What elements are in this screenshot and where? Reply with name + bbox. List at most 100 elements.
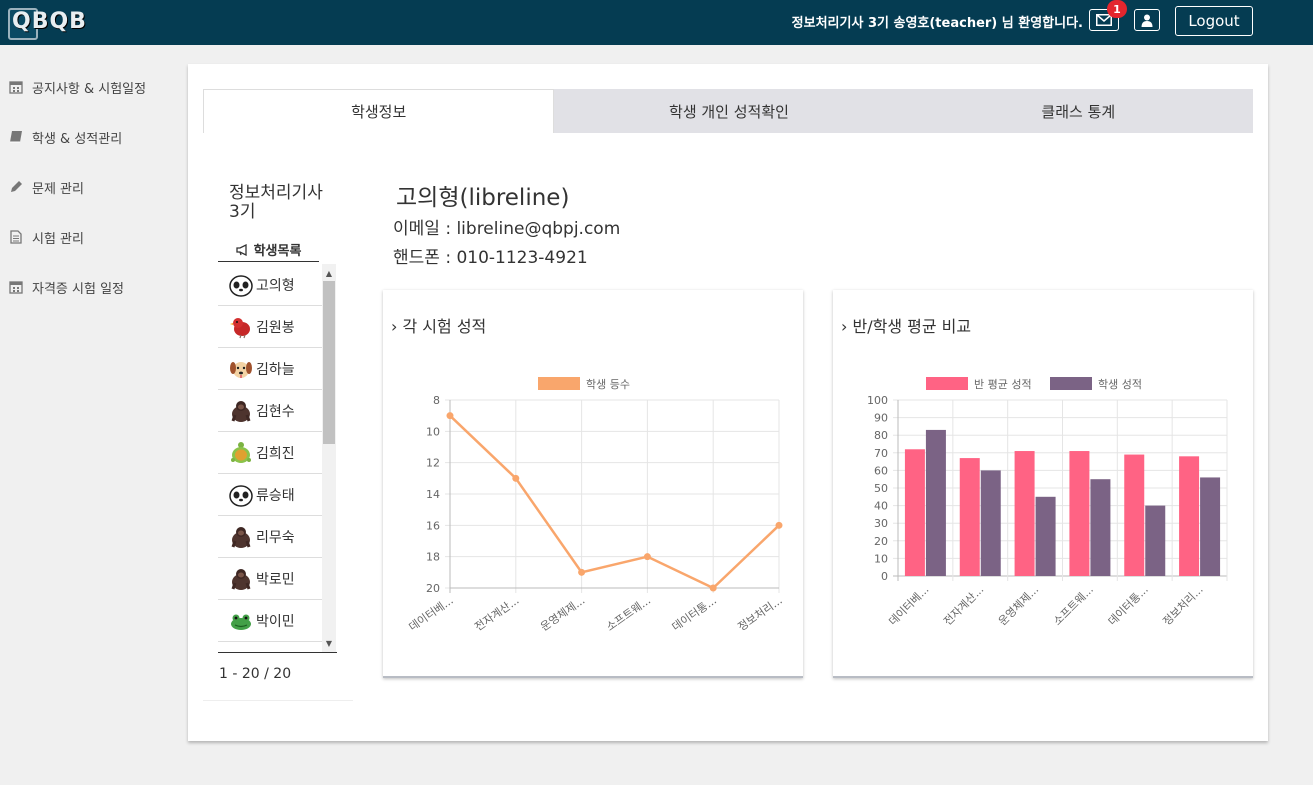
legend-label: 학생 성적 [1098,378,1142,391]
document-icon [8,229,24,245]
pencil-icon [8,179,24,195]
bar [1179,456,1200,576]
list-item[interactable]: 리무숙 [218,516,322,558]
tab-class-stats[interactable]: 클래스 통계 [903,89,1253,133]
sidebar-item-exams[interactable]: 시험 관리 [0,212,180,262]
data-point [709,584,717,592]
student-list-scrollbar[interactable]: ▲ ▼ [322,264,336,652]
y-tick-label: 10 [874,552,888,565]
frog-icon [228,608,254,634]
legend-label: 반 평균 성적 [974,378,1032,391]
legend-swatch [1050,377,1092,390]
dog-icon [228,356,254,382]
student-name: 김하늘 [256,361,295,378]
student-list: 고의형 김원봉 김하늘 김현수 김희진 류승태 리무숙 박로민 박이민 [218,264,322,650]
student-name-heading: 고의형(libreline) [396,185,570,211]
sidebar-item-cert-schedule[interactable]: 자격증 시험 일정 [0,262,180,312]
bar [1014,451,1035,576]
data-point [446,412,454,420]
scroll-up-arrow-icon[interactable]: ▲ [322,266,336,280]
list-item[interactable]: 고의형 [218,264,322,306]
y-tick-label: 20 [874,535,888,548]
turtle-icon [228,440,254,466]
student-list-title: 학생목록 [253,244,302,259]
logo[interactable]: QBQB [8,6,87,40]
user-icon [1141,14,1153,27]
y-tick-label: 50 [874,482,888,495]
student-name: 박로민 [256,571,295,588]
y-tick-label: 80 [874,429,888,442]
bar [1035,496,1056,576]
calendar-icon [8,79,24,95]
exam-score-card: › 각 시험 성적 학생 등수 8 10 12 14 16 18 20 데이터베... 전자계산.… [383,290,803,678]
y-tick-label: 40 [874,500,888,513]
y-tick-label: 60 [874,464,888,477]
logo-text: QBQB [12,8,87,34]
gorilla-icon [228,398,254,424]
x-tick-label: 전자계산... [941,583,986,628]
legend-swatch [926,377,968,390]
list-item[interactable]: 김희진 [218,432,322,474]
student-name: 김현수 [256,403,295,420]
bar [1200,477,1221,576]
student-name: 리무숙 [256,529,295,546]
x-tick-label: 운영체제... [538,594,587,634]
student-name: 류승태 [256,487,295,504]
x-tick-label: 정보처리... [1160,583,1205,628]
gorilla-icon [228,566,254,592]
student-name: 김희진 [256,445,295,462]
bar [1090,479,1111,576]
y-tick-label: 8 [433,394,440,407]
data-point [775,521,783,529]
scroll-thumb[interactable] [323,281,335,444]
x-tick-label: 전자계산... [472,594,521,634]
data-point [643,553,651,561]
scroll-down-arrow-icon[interactable]: ▼ [322,636,336,650]
bar [925,429,946,576]
student-name: 고의형 [256,277,295,294]
logout-button[interactable]: Logout [1175,6,1253,36]
y-tick-label: 30 [874,517,888,530]
panda-icon [228,482,254,508]
user-profile-button[interactable] [1134,9,1160,31]
bar [904,449,925,576]
x-tick-label: 소프트웨... [604,594,653,634]
bar [959,458,980,576]
sidebar-item-students[interactable]: 학생 & 성적관리 [0,112,180,162]
sidebar-item-label: 문제 관리 [32,181,84,197]
list-item[interactable]: 박이민 [218,600,322,642]
gorilla-icon [228,524,254,550]
y-tick-label: 10 [426,425,440,438]
list-item[interactable]: 김현수 [218,390,322,432]
y-tick-label: 18 [426,551,440,564]
y-tick-label: 12 [426,457,440,470]
tab-student-scores[interactable]: 학생 개인 성적확인 [554,89,904,133]
student-email: 이메일 : libreline@qbpj.com [393,219,621,239]
average-bar-chart: 반 평균 성적 학생 성적 0 10 20 30 40 50 60 70 80 90 100 데이터베..… [867,377,1228,628]
sidebar-item-notices[interactable]: 공지사항 & 시험일정 [0,62,180,112]
x-tick-label: 소프트웨... [1051,583,1096,628]
book-icon [8,129,24,145]
rank-line-chart: 학생 등수 8 10 12 14 16 18 20데이터베... 전자계산... 운영체제... 소… [407,377,785,634]
mail-count-badge: 1 [1107,0,1127,18]
sidebar: 공지사항 & 시험일정 학생 & 성적관리 문제 관리 시험 관리 자격증 시험… [0,62,180,312]
welcome-message: 정보처리기사 3기 송영호(teacher) 님 환영합니다. [791,16,1083,31]
list-item[interactable]: 류승태 [218,474,322,516]
list-item[interactable]: 박로민 [218,558,322,600]
y-tick-label: 70 [874,447,888,460]
legend-label: 학생 등수 [586,378,630,391]
sidebar-item-label: 공지사항 & 시험일정 [32,81,147,97]
list-item[interactable]: 김하늘 [218,348,322,390]
x-tick-label: 데이터베... [886,583,931,628]
main-panel: 학생정보 학생 개인 성적확인 클래스 통계 정보처리기사 3기 학생목록 고의… [188,64,1268,741]
student-list-header: 학생목록 [218,238,319,262]
panda-icon [228,272,254,298]
x-tick-label: 운영체제... [996,583,1041,628]
tab-student-info[interactable]: 학생정보 [203,89,555,133]
y-tick-label: 14 [426,488,440,501]
data-point [578,568,586,576]
sidebar-item-questions[interactable]: 문제 관리 [0,162,180,212]
sidebar-item-label: 학생 & 성적관리 [32,131,123,147]
average-compare-card: › 반/학생 평균 비교 반 평균 성적 학생 성적 0 10 20 30 40 50 60 70… [833,290,1253,678]
list-item[interactable]: 김원봉 [218,306,322,348]
